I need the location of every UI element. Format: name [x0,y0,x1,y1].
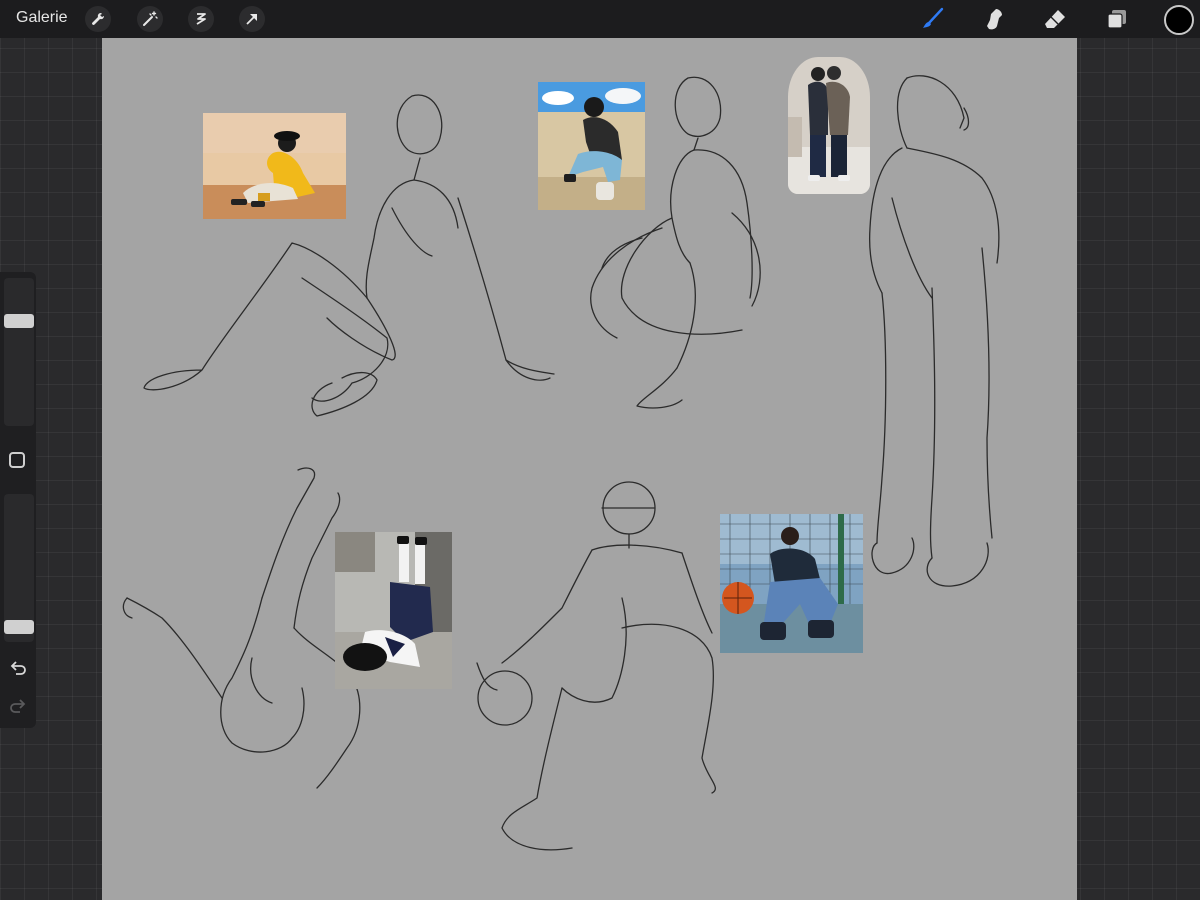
magic-wand-icon[interactable] [137,6,163,32]
modifier-square-icon[interactable] [9,452,25,468]
photo-girl-basketball-court[interactable] [720,514,863,653]
opacity-thumb[interactable] [4,619,34,634]
photo-girl-lying-school-uniform[interactable] [335,532,452,689]
eraser-icon[interactable] [1040,4,1070,34]
gallery-button[interactable]: Galerie [16,9,68,27]
opacity-slider[interactable] [4,494,34,642]
photo-girl-crouching-jeans[interactable] [538,82,645,210]
drawing-canvas[interactable] [102,38,1077,900]
sketch-figure-standing [868,75,1000,587]
wrench-icon[interactable] [85,6,111,32]
color-picker-button[interactable] [1164,5,1194,35]
sketch-figure-ball [476,481,716,851]
top-toolbar: Galerie [0,0,1200,38]
undo-icon[interactable] [8,658,28,678]
layers-icon[interactable] [1102,4,1132,34]
brush-size-slider[interactable] [4,278,34,426]
smudge-icon[interactable] [979,4,1009,34]
photo-girl-yellow-hoodie-bucket-hat[interactable] [203,113,346,219]
brush-icon[interactable] [918,4,948,34]
transform-arrow-icon[interactable] [239,6,265,32]
photo-two-people-standing[interactable] [788,57,870,194]
selection-icon[interactable] [188,6,214,32]
left-sidebar [0,272,36,728]
sketch-figure-lying [122,467,361,789]
brush-size-thumb[interactable] [4,314,34,329]
redo-icon[interactable] [8,696,28,716]
